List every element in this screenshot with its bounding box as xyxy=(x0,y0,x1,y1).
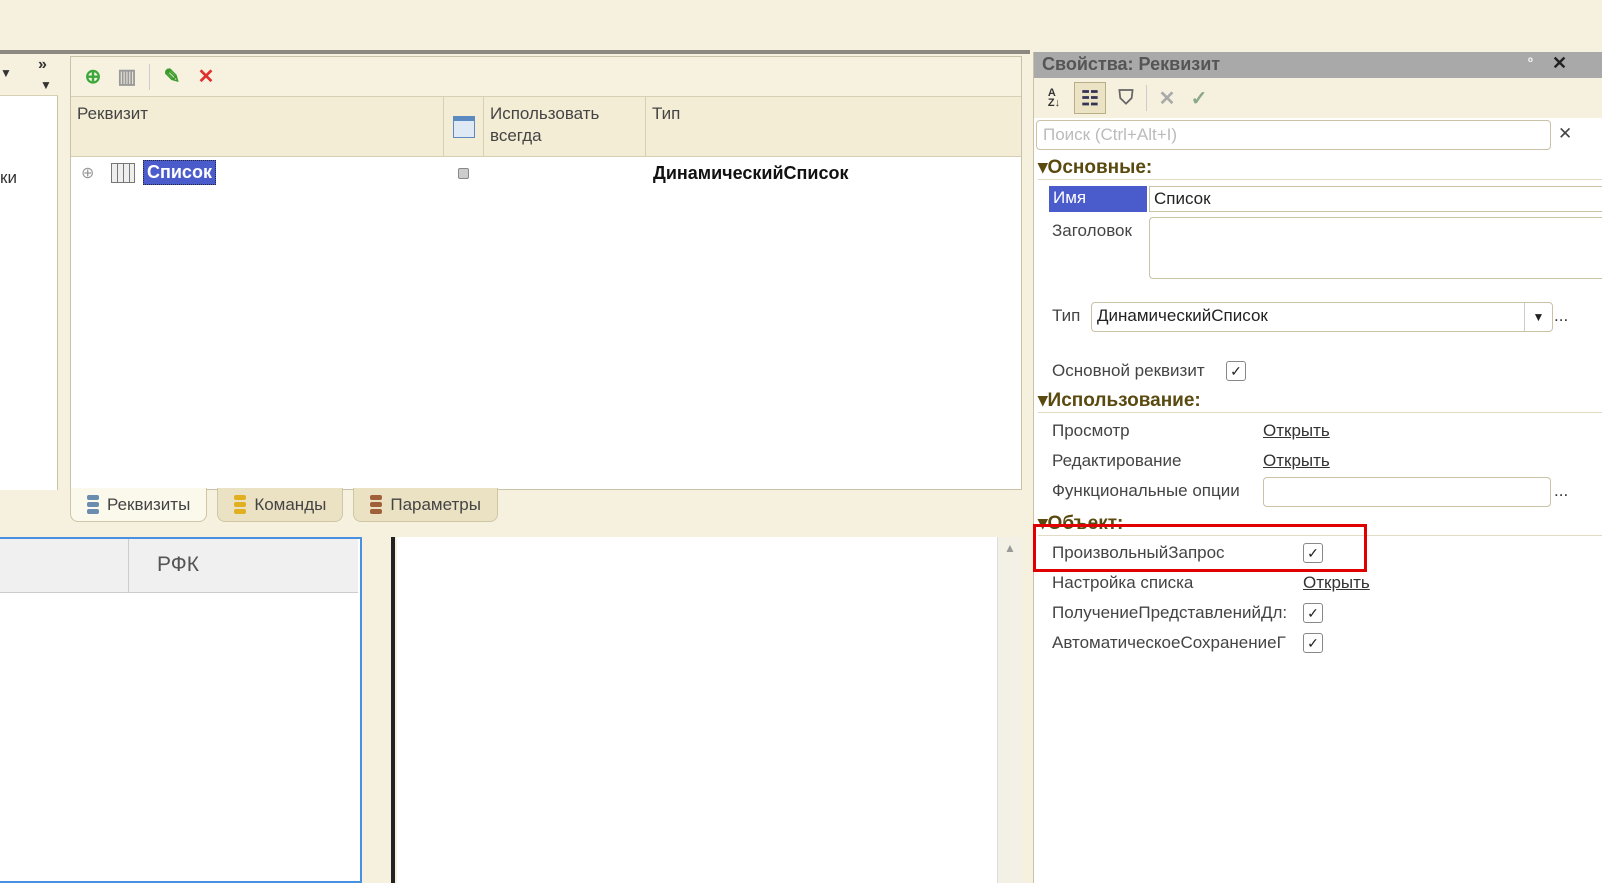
dropdown-icon[interactable]: ▼ xyxy=(0,66,12,80)
attributes-panel: ⊕ ▥ ✎ ✕ Реквизит Использовать всегда Тип… xyxy=(70,56,1022,490)
section-main[interactable]: ▾Основные: xyxy=(1038,156,1602,180)
get-representations-label: ПолучениеПредставленийДл: xyxy=(1052,603,1288,622)
use-always-checkbox[interactable] xyxy=(458,168,469,179)
attribute-name[interactable]: Список xyxy=(143,160,216,185)
tab-label: Реквизиты xyxy=(107,494,191,514)
functional-options-label: Функциональные опции xyxy=(1052,481,1240,500)
tab-attributes[interactable]: Реквизиты xyxy=(70,488,208,522)
expand-icon[interactable]: ⊕ xyxy=(81,163,94,183)
divider xyxy=(391,537,395,883)
column-header-type[interactable]: Тип xyxy=(646,97,1021,157)
apply-icon[interactable]: ✓ xyxy=(1187,86,1211,110)
left-panel-text: ки xyxy=(0,168,17,187)
close-icon[interactable]: ✕ xyxy=(1552,53,1567,74)
attribute-type: ДинамическийСписок xyxy=(653,163,849,183)
expand-more-button[interactable]: » xyxy=(38,56,47,74)
properties-toolbar: A Z↓ ☷ ⛉ ✕ ✓ xyxy=(1034,78,1602,118)
column-header-use-always[interactable]: Использовать всегда xyxy=(484,97,646,157)
top-area xyxy=(0,0,1602,50)
preview-table-header: РФК xyxy=(0,539,358,593)
column-header-rfk[interactable]: РФК xyxy=(157,553,199,577)
table-row[interactable]: ⊕ Список ДинамическийСписок xyxy=(71,157,1021,191)
view-open-link[interactable]: Открыть xyxy=(1263,421,1330,441)
section-usage[interactable]: ▾Использование: xyxy=(1038,389,1602,413)
toolbar-divider xyxy=(1146,85,1147,111)
properties-panel: Свойства: Реквизит ᵒ ✕ A Z↓ ☷ ⛉ ✕ ✓ Поиск… xyxy=(1033,52,1602,883)
sort-alpha-icon[interactable]: A Z↓ xyxy=(1042,86,1066,110)
tab-label: Команды xyxy=(254,494,327,514)
parameters-icon xyxy=(370,494,383,515)
edit-icon[interactable]: ✎ xyxy=(160,65,184,89)
sort-category-icon[interactable]: ☷ xyxy=(1074,82,1106,114)
properties-title: Свойства: Реквизит ᵒ ✕ xyxy=(1034,52,1602,78)
custom-query-checkbox[interactable]: ✓ xyxy=(1303,543,1323,563)
toolbar-divider xyxy=(149,63,150,90)
panel-tabs: Реквизиты Команды Параметры xyxy=(70,488,498,524)
filter-icon[interactable]: ⛉ xyxy=(1114,86,1138,110)
list-settings-label: Настройка списка xyxy=(1052,573,1194,592)
dropdown-icon[interactable]: ▼ xyxy=(1524,303,1552,331)
pin-icon[interactable]: ᵒ xyxy=(1528,54,1533,68)
type-label: Тип xyxy=(1052,306,1081,325)
chevron-down-icon[interactable]: ▼ xyxy=(40,78,52,92)
search-clear-icon[interactable]: ✕ xyxy=(1558,124,1572,144)
scroll-up-icon[interactable]: ▲ xyxy=(1004,541,1016,555)
main-attribute-checkbox[interactable]: ✓ xyxy=(1226,361,1246,381)
list-settings-open-link[interactable]: Открыть xyxy=(1303,573,1370,593)
custom-query-label: ПроизвольныйЗапрос xyxy=(1052,543,1225,562)
type-select-button[interactable]: ... xyxy=(1554,306,1568,326)
edit-label: Редактирование xyxy=(1052,451,1182,470)
properties-search-input[interactable]: Поиск (Ctrl+Alt+I) xyxy=(1036,120,1551,150)
attributes-toolbar: ⊕ ▥ ✎ ✕ xyxy=(71,57,1021,97)
table-header: Реквизит Использовать всегда Тип xyxy=(71,97,1021,157)
section-main-label: Основные: xyxy=(1047,157,1153,178)
commands-icon xyxy=(234,494,247,515)
caption-field[interactable] xyxy=(1149,217,1602,279)
left-toolbar: ▼ » ▼ xyxy=(0,56,58,96)
edit-open-link[interactable]: Открыть xyxy=(1263,451,1330,471)
properties-title-text: Свойства: Реквизит xyxy=(1042,54,1221,74)
view-label: Просмотр xyxy=(1052,421,1130,440)
autosave-checkbox[interactable]: ✓ xyxy=(1303,633,1323,653)
attributes-icon xyxy=(87,494,99,515)
name-field[interactable]: Список xyxy=(1149,186,1602,212)
tab-commands[interactable]: Команды xyxy=(217,488,344,522)
left-panel: ки xyxy=(0,56,58,490)
type-field[interactable]: ДинамическийСписок ▼ xyxy=(1091,302,1553,332)
section-usage-label: Использование: xyxy=(1047,390,1201,411)
functional-options-button[interactable]: ... xyxy=(1554,481,1568,501)
dynamic-list-icon xyxy=(111,163,135,183)
splitter[interactable] xyxy=(0,50,1030,54)
delete-icon[interactable]: ✕ xyxy=(194,65,218,89)
add-icon[interactable]: ⊕ xyxy=(81,65,105,89)
vertical-scrollbar[interactable]: ▲ xyxy=(997,537,1022,883)
functional-options-field[interactable] xyxy=(1263,477,1551,507)
type-value: ДинамическийСписок xyxy=(1097,306,1268,325)
main-attribute-label: Основной реквизит xyxy=(1052,361,1205,380)
tab-parameters[interactable]: Параметры xyxy=(353,488,498,522)
form-preview-area xyxy=(397,537,997,883)
caption-label: Заголовок xyxy=(1052,221,1132,240)
cancel-icon[interactable]: ✕ xyxy=(1155,86,1179,110)
name-label: Имя xyxy=(1049,186,1147,212)
add-column-icon[interactable]: ▥ xyxy=(115,65,139,89)
column-header-attribute[interactable]: Реквизит xyxy=(71,97,444,157)
autosave-label: АвтоматическоеСохранениеГ xyxy=(1052,633,1286,652)
tab-label: Параметры xyxy=(390,494,481,514)
form-preview-table: РФК xyxy=(0,537,362,883)
get-representations-checkbox[interactable]: ✓ xyxy=(1303,603,1323,623)
column-view-icon[interactable] xyxy=(444,97,484,157)
